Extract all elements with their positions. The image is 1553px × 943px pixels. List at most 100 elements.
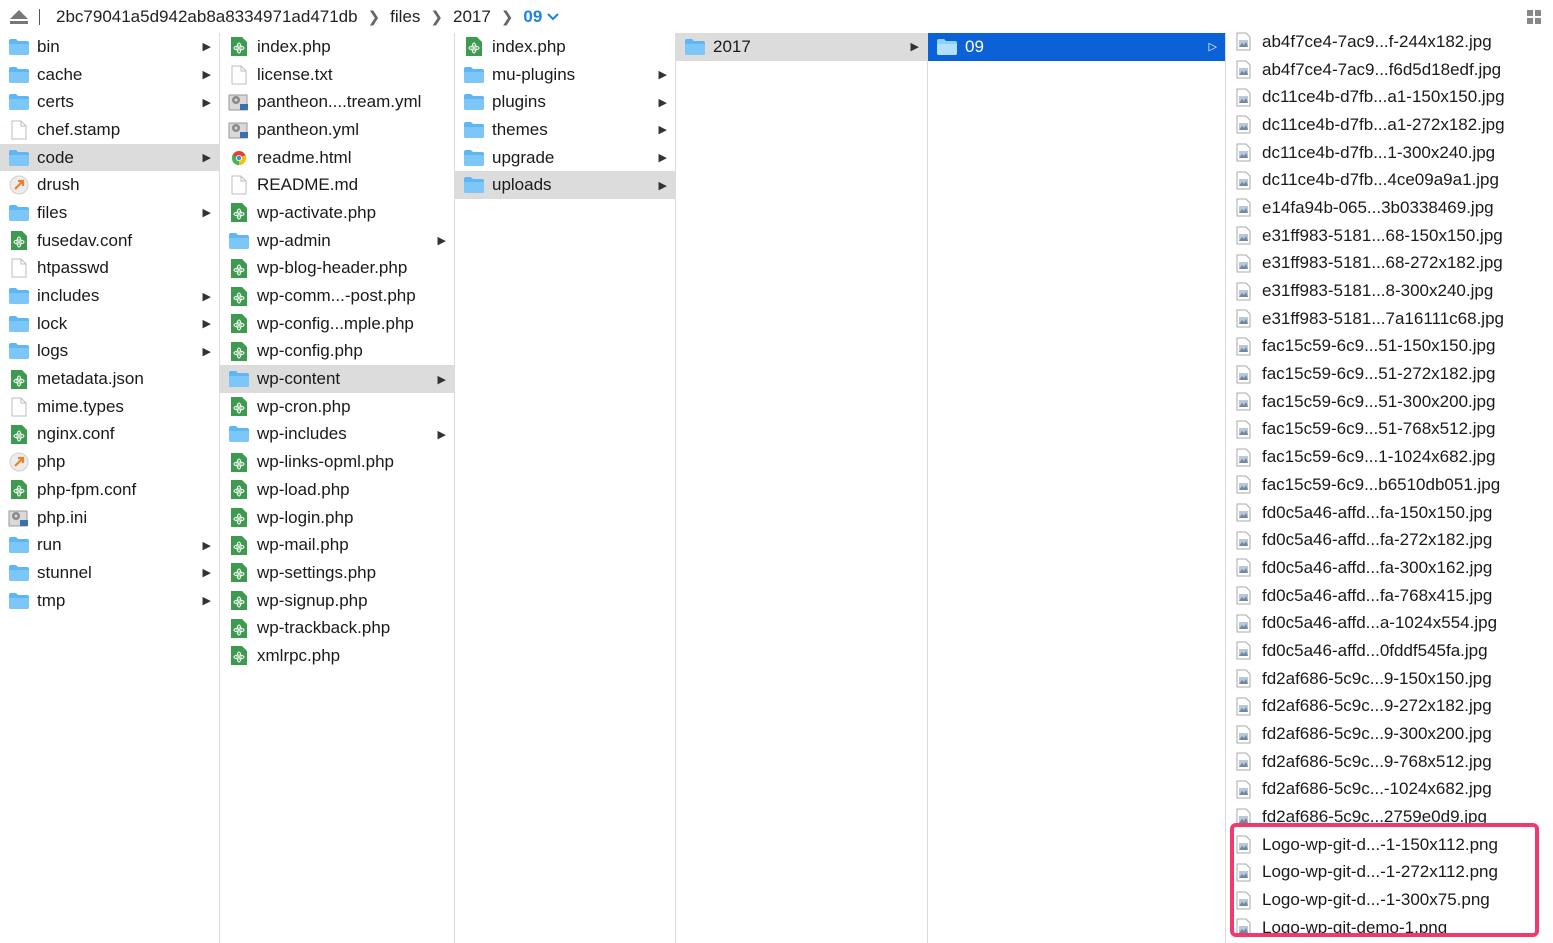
folder-item[interactable]: certs ▶ xyxy=(0,88,219,116)
file-item[interactable]: fac15c59-6c9...b6510db051.jpg xyxy=(1226,471,1553,499)
file-item[interactable]: htpasswd xyxy=(0,255,219,283)
file-item[interactable]: ab4f7ce4-7ac9...f6d5d18edf.jpg xyxy=(1226,56,1553,84)
file-item[interactable]: ab4f7ce4-7ac9...f-244x182.jpg xyxy=(1226,28,1553,56)
file-item[interactable]: chef.stamp xyxy=(0,116,219,144)
file-item[interactable]: fd2af686-5c9c...2759e0d9.jpg xyxy=(1226,803,1553,831)
file-item[interactable]: fd0c5a46-affd...0fddf545fa.jpg xyxy=(1226,637,1553,665)
file-item[interactable]: fac15c59-6c9...51-272x182.jpg xyxy=(1226,360,1553,388)
file-item[interactable]: fd0c5a46-affd...fa-150x150.jpg xyxy=(1226,499,1553,527)
folder-item[interactable]: mu-plugins ▶ xyxy=(455,61,675,89)
folder-item[interactable]: stunnel ▶ xyxy=(0,559,219,587)
file-item[interactable]: fd2af686-5c9c...9-300x200.jpg xyxy=(1226,720,1553,748)
item-icon xyxy=(227,257,251,279)
file-item[interactable]: fd2af686-5c9c...9-150x150.jpg xyxy=(1226,665,1553,693)
file-item[interactable]: pantheon.yml xyxy=(220,116,454,144)
column-2017[interactable]: 09 ▷ xyxy=(928,33,1226,943)
file-item[interactable]: README.md xyxy=(220,171,454,199)
breadcrumb-current[interactable]: 09 xyxy=(523,7,560,27)
folder-item[interactable]: wp-includes ▶ xyxy=(220,421,454,449)
file-item[interactable]: e31ff983-5181...7a16111c68.jpg xyxy=(1226,305,1553,333)
disclosure-triangle-icon: ▶ xyxy=(658,69,667,82)
folder-item[interactable]: cache ▶ xyxy=(0,61,219,89)
file-item[interactable]: fd0c5a46-affd...a-1024x554.jpg xyxy=(1226,609,1553,637)
column-code[interactable]: index.php license.txt pantheon....tream.ym… xyxy=(220,33,455,943)
file-item[interactable]: wp-login.php xyxy=(220,504,454,532)
folder-item[interactable]: plugins ▶ xyxy=(455,88,675,116)
file-item[interactable]: fd2af686-5c9c...9-768x512.jpg xyxy=(1226,748,1553,776)
folder-item[interactable]: upgrade ▶ xyxy=(455,144,675,172)
file-item[interactable]: fac15c59-6c9...51-768x512.jpg xyxy=(1226,416,1553,444)
file-item[interactable]: drush xyxy=(0,171,219,199)
folder-item[interactable]: run ▶ xyxy=(0,531,219,559)
column-root[interactable]: bin ▶ cache ▶ certs ▶ chef.stamp code ▶ drush file… xyxy=(0,33,220,943)
file-item[interactable]: wp-comm...-post.php xyxy=(220,282,454,310)
file-item[interactable]: dc11ce4b-d7fb...1-300x240.jpg xyxy=(1226,139,1553,167)
column-uploads[interactable]: 2017 ▶ xyxy=(676,33,928,943)
column-wp-content[interactable]: index.php mu-plugins ▶ plugins ▶ themes ▶ upgra… xyxy=(455,33,676,943)
column-09-files[interactable]: ab4f7ce4-7ac9...f-244x182.jpg ab4f7ce4-7a… xyxy=(1226,28,1553,938)
eject-icon[interactable] xyxy=(9,9,29,25)
file-item[interactable]: pantheon....tream.yml xyxy=(220,88,454,116)
file-item[interactable]: wp-config...mple.php xyxy=(220,310,454,338)
file-item[interactable]: wp-settings.php xyxy=(220,559,454,587)
file-item[interactable]: Logo-wp-git-d...-1-300x75.png xyxy=(1226,886,1553,914)
folder-item[interactable]: lock ▶ xyxy=(0,310,219,338)
file-item[interactable]: dc11ce4b-d7fb...a1-272x182.jpg xyxy=(1226,111,1553,139)
file-item[interactable]: e31ff983-5181...68-150x150.jpg xyxy=(1226,222,1553,250)
grid-view-icon[interactable] xyxy=(1527,10,1541,24)
file-item[interactable]: wp-load.php xyxy=(220,476,454,504)
file-item[interactable]: fusedav.conf xyxy=(0,227,219,255)
file-item[interactable]: e31ff983-5181...8-300x240.jpg xyxy=(1226,277,1553,305)
file-item[interactable]: fd2af686-5c9c...9-272x182.jpg xyxy=(1226,693,1553,721)
folder-item[interactable]: logs ▶ xyxy=(0,338,219,366)
file-item[interactable]: license.txt xyxy=(220,61,454,89)
folder-item[interactable]: code ▶ xyxy=(0,143,219,172)
file-item[interactable]: Logo-wp-git-d...-1-150x112.png xyxy=(1226,831,1553,859)
folder-item[interactable]: themes ▶ xyxy=(455,116,675,144)
file-item[interactable]: index.php xyxy=(455,33,675,61)
file-item[interactable]: metadata.json xyxy=(0,365,219,393)
file-item[interactable]: wp-trackback.php xyxy=(220,614,454,642)
file-item[interactable]: dc11ce4b-d7fb...a1-150x150.jpg xyxy=(1226,83,1553,111)
file-item[interactable]: Logo-wp-git-d...-1-272x112.png xyxy=(1226,859,1553,887)
file-item[interactable]: index.php xyxy=(220,33,454,61)
folder-item[interactable]: files ▶ xyxy=(0,199,219,227)
breadcrumb-root[interactable]: 2bc79041a5d942ab8a8334971ad471db xyxy=(56,7,358,27)
file-item[interactable]: fac15c59-6c9...1-1024x682.jpg xyxy=(1226,443,1553,471)
file-item[interactable]: fd0c5a46-affd...fa-272x182.jpg xyxy=(1226,526,1553,554)
file-item[interactable]: wp-activate.php xyxy=(220,199,454,227)
file-item[interactable]: wp-links-opml.php xyxy=(220,448,454,476)
file-item[interactable]: fd2af686-5c9c...-1024x682.jpg xyxy=(1226,776,1553,804)
file-item[interactable]: xmlrpc.php xyxy=(220,642,454,670)
file-item[interactable]: php xyxy=(0,448,219,476)
file-item[interactable]: Logo-wp-git-demo-1.png xyxy=(1226,914,1553,938)
file-item[interactable]: wp-signup.php xyxy=(220,587,454,615)
file-item[interactable]: e31ff983-5181...68-272x182.jpg xyxy=(1226,250,1553,278)
file-item[interactable]: fd0c5a46-affd...fa-768x415.jpg xyxy=(1226,582,1553,610)
folder-item[interactable]: wp-admin ▶ xyxy=(220,227,454,255)
file-item[interactable]: php-fpm.conf xyxy=(0,476,219,504)
item-icon xyxy=(227,507,251,529)
breadcrumb-files[interactable]: files xyxy=(390,7,420,27)
file-item[interactable]: wp-blog-header.php xyxy=(220,255,454,283)
folder-item[interactable]: tmp ▶ xyxy=(0,587,219,615)
file-item[interactable]: fac15c59-6c9...51-150x150.jpg xyxy=(1226,333,1553,361)
file-item[interactable]: mime.types xyxy=(0,393,219,421)
folder-item[interactable]: wp-content ▶ xyxy=(220,365,454,393)
file-item[interactable]: fac15c59-6c9...51-300x200.jpg xyxy=(1226,388,1553,416)
file-item[interactable]: wp-config.php xyxy=(220,338,454,366)
file-item[interactable]: wp-cron.php xyxy=(220,393,454,421)
folder-item[interactable]: bin ▶ xyxy=(0,33,219,61)
file-item[interactable]: wp-mail.php xyxy=(220,531,454,559)
folder-item[interactable]: includes ▶ xyxy=(0,282,219,310)
file-item[interactable]: e14fa94b-065...3b0338469.jpg xyxy=(1226,194,1553,222)
breadcrumb-2017[interactable]: 2017 xyxy=(453,7,491,27)
file-item[interactable]: dc11ce4b-d7fb...4ce09a9a1.jpg xyxy=(1226,166,1553,194)
folder-item[interactable]: uploads ▶ xyxy=(455,171,675,200)
file-item[interactable]: nginx.conf xyxy=(0,421,219,449)
file-item[interactable]: php.ini xyxy=(0,504,219,532)
folder-item[interactable]: 2017 ▶ xyxy=(676,33,927,61)
file-item[interactable]: readme.html xyxy=(220,144,454,172)
folder-item[interactable]: 09 ▷ xyxy=(928,33,1225,61)
file-item[interactable]: fd0c5a46-affd...fa-300x162.jpg xyxy=(1226,554,1553,582)
